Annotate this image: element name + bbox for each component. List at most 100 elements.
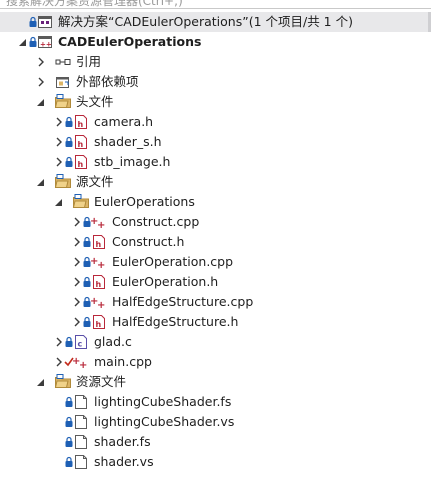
- header-file-icon: h: [90, 273, 108, 291]
- tree-item-label: Construct.h: [112, 234, 185, 249]
- tree-item-label: 资源文件: [76, 374, 127, 389]
- tree-row-shader-vs[interactable]: shader.vs: [0, 452, 431, 472]
- solution-icon: [36, 13, 54, 31]
- collapsed-chevron-icon[interactable]: [72, 275, 82, 289]
- svg-text:+: +: [97, 260, 105, 271]
- tree-row-stb-image-h[interactable]: h stb_image.h: [0, 152, 431, 172]
- tree-row-euleroperation-h[interactable]: h EulerOperation.h: [0, 272, 431, 292]
- tree-row-glad-c[interactable]: c glad.c: [0, 332, 431, 352]
- svg-text:c: c: [78, 340, 83, 349]
- folder-filter-icon: [72, 193, 90, 211]
- text-file-icon: [72, 433, 90, 451]
- collapsed-chevron-icon[interactable]: [36, 75, 46, 89]
- svg-text:h: h: [96, 280, 102, 289]
- cpp-file-icon: + +: [90, 213, 108, 231]
- tree-row-camera-h[interactable]: h camera.h: [0, 112, 431, 132]
- tree-item-label: Construct.cpp: [112, 214, 200, 229]
- tree-row-item[interactable]: 资源文件: [0, 372, 431, 392]
- tree-row-euleroperations[interactable]: EulerOperations: [0, 192, 431, 212]
- tree-item-label: shader_s.h: [94, 134, 162, 149]
- expanded-chevron-icon[interactable]: [36, 95, 46, 109]
- collapsed-chevron-icon[interactable]: [72, 255, 82, 269]
- tree-row-lightingcubeshader-fs[interactable]: lightingCubeShader.fs: [0, 392, 431, 412]
- search-placeholder: 搜索解决方案资源管理器(Ctrl+;): [6, 0, 183, 8]
- tree-item-label: shader.fs: [94, 434, 151, 449]
- header-file-icon: h: [72, 133, 90, 151]
- svg-text:h: h: [96, 240, 102, 249]
- tree-item-label: EulerOperation.h: [112, 274, 219, 289]
- collapsed-chevron-icon[interactable]: [54, 335, 64, 349]
- tree-row-shader-s-h[interactable]: h shader_s.h: [0, 132, 431, 152]
- tree-item-label: shader.vs: [94, 454, 154, 469]
- collapsed-chevron-icon[interactable]: [54, 355, 64, 369]
- tree-row-lightingcubeshader-vs[interactable]: lightingCubeShader.vs: [0, 412, 431, 432]
- header-file-icon: h: [90, 313, 108, 331]
- collapsed-chevron-icon[interactable]: [72, 215, 82, 229]
- svg-text:h: h: [78, 120, 84, 129]
- tree-item-label: 外部依赖项: [76, 74, 139, 89]
- cpp-file-icon: + +: [90, 293, 108, 311]
- svg-text:h: h: [78, 160, 84, 169]
- c-file-icon: c: [72, 333, 90, 351]
- svg-text:+: +: [79, 360, 87, 371]
- collapsed-chevron-icon[interactable]: [54, 135, 64, 149]
- expanded-chevron-icon[interactable]: [36, 175, 46, 189]
- tree-item-label: CADEulerOperations: [58, 34, 202, 49]
- tree-item-label: camera.h: [94, 114, 154, 129]
- tree-item-label: EulerOperations: [94, 194, 195, 209]
- tree-row-construct-h[interactable]: h Construct.h: [0, 232, 431, 252]
- references-icon: [54, 53, 72, 71]
- svg-text:h: h: [96, 320, 102, 329]
- collapsed-chevron-icon[interactable]: [72, 295, 82, 309]
- svg-text:+: +: [97, 220, 105, 231]
- tree-item-label: lightingCubeShader.fs: [94, 394, 232, 409]
- expanded-chevron-icon[interactable]: [36, 375, 46, 389]
- tree-item-label: HalfEdgeStructure.h: [112, 314, 239, 329]
- tree-row-cadeuleroperations[interactable]: ++ CADEulerOperations: [0, 32, 431, 52]
- tree-item-label: lightingCubeShader.vs: [94, 414, 235, 429]
- cpp-file-icon: + +: [90, 253, 108, 271]
- collapsed-chevron-icon[interactable]: [72, 315, 82, 329]
- tree-row-item[interactable]: 引用: [0, 52, 431, 72]
- cpp-file-icon: + +: [72, 353, 90, 371]
- search-box[interactable]: 搜索解决方案资源管理器(Ctrl+;): [0, 0, 431, 9]
- text-file-icon: [72, 413, 90, 431]
- tree-item-label: 引用: [76, 54, 102, 69]
- tree-row-halfedgestructure-h[interactable]: h HalfEdgeStructure.h: [0, 312, 431, 332]
- collapsed-chevron-icon[interactable]: [36, 55, 46, 69]
- collapsed-chevron-icon[interactable]: [54, 115, 64, 129]
- tree-item-label: 头文件: [76, 94, 114, 109]
- expanded-chevron-icon[interactable]: [18, 35, 28, 49]
- tree-row-item[interactable]: 源文件: [0, 172, 431, 192]
- tree-row-construct-cpp[interactable]: + + Construct.cpp: [0, 212, 431, 232]
- tree-row-halfedgestructure-cpp[interactable]: + + HalfEdgeStructure.cpp: [0, 292, 431, 312]
- tree-row-main-cpp[interactable]: + + main.cpp: [0, 352, 431, 372]
- tree-row-item[interactable]: 头文件: [0, 92, 431, 112]
- tree-row-cadeuleroperations-1-1[interactable]: 解决方案“CADEulerOperations”(1 个项目/共 1 个): [0, 12, 431, 32]
- tree-item-label: 解决方案“CADEulerOperations”(1 个项目/共 1 个): [58, 14, 353, 29]
- header-file-icon: h: [72, 153, 90, 171]
- collapsed-chevron-icon[interactable]: [54, 155, 64, 169]
- tree-item-label: HalfEdgeStructure.cpp: [112, 294, 254, 309]
- tree-item-label: 源文件: [76, 174, 114, 189]
- tree-item-label: stb_image.h: [94, 154, 171, 169]
- collapsed-chevron-icon[interactable]: [72, 235, 82, 249]
- tree-row-shader-fs[interactable]: shader.fs: [0, 432, 431, 452]
- svg-text:h: h: [78, 140, 84, 149]
- folder-filter-icon: [54, 173, 72, 191]
- header-file-icon: h: [72, 113, 90, 131]
- tree-item-label: main.cpp: [94, 354, 152, 369]
- tree-row-item[interactable]: 外部依赖项: [0, 72, 431, 92]
- svg-text:++: ++: [40, 41, 52, 49]
- tree-row-euleroperation-cpp[interactable]: + + EulerOperation.cpp: [0, 252, 431, 272]
- text-file-icon: [72, 393, 90, 411]
- tree-item-label: glad.c: [94, 334, 132, 349]
- external-deps-icon: [54, 73, 72, 91]
- folder-filter-icon: [54, 373, 72, 391]
- svg-text:+: +: [97, 300, 105, 311]
- text-file-icon: [72, 453, 90, 471]
- tree-item-label: EulerOperation.cpp: [112, 254, 234, 269]
- header-file-icon: h: [90, 233, 108, 251]
- folder-filter-icon: [54, 93, 72, 111]
- expanded-chevron-icon[interactable]: [54, 195, 64, 209]
